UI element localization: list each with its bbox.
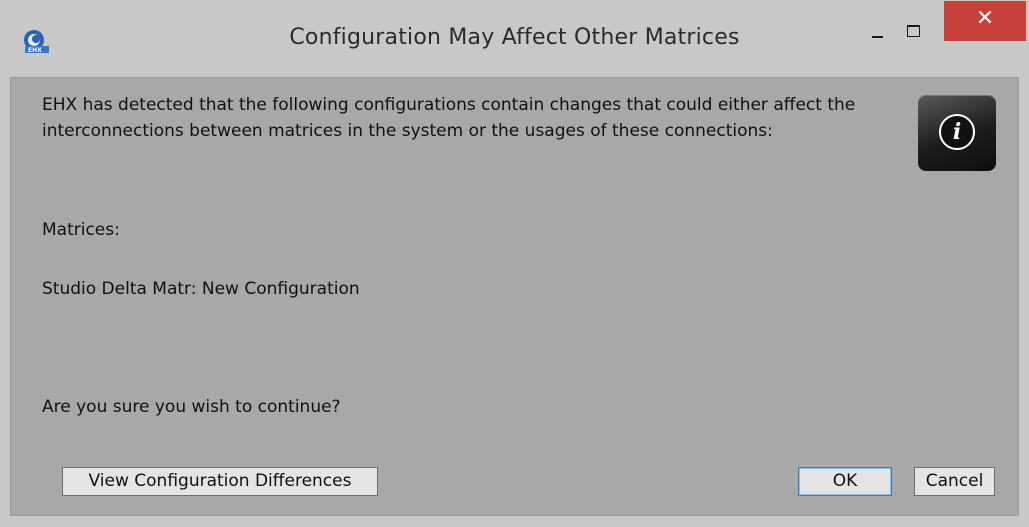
matrix-entry: Studio Delta Matr: New Configuration — [42, 279, 360, 299]
dialog-window: EHX Configuration May Affect Other Matri… — [0, 0, 1029, 527]
title-bar: EHX Configuration May Affect Other Matri… — [0, 0, 1029, 77]
info-icon: i — [918, 95, 996, 171]
close-icon: ✕ — [975, 6, 995, 31]
matrices-label: Matrices: — [42, 220, 120, 240]
cancel-button[interactable]: Cancel — [914, 467, 995, 496]
view-configuration-differences-button[interactable]: View Configuration Differences — [62, 467, 378, 496]
ok-button[interactable]: OK — [798, 467, 892, 496]
info-glyph: i — [939, 114, 975, 150]
close-button[interactable]: ✕ — [944, 1, 1026, 41]
confirm-question: Are you sure you wish to continue? — [42, 397, 341, 417]
intro-message: EHX has detected that the following conf… — [42, 95, 856, 141]
maximize-button[interactable] — [900, 18, 926, 44]
minimize-button[interactable] — [866, 18, 892, 44]
